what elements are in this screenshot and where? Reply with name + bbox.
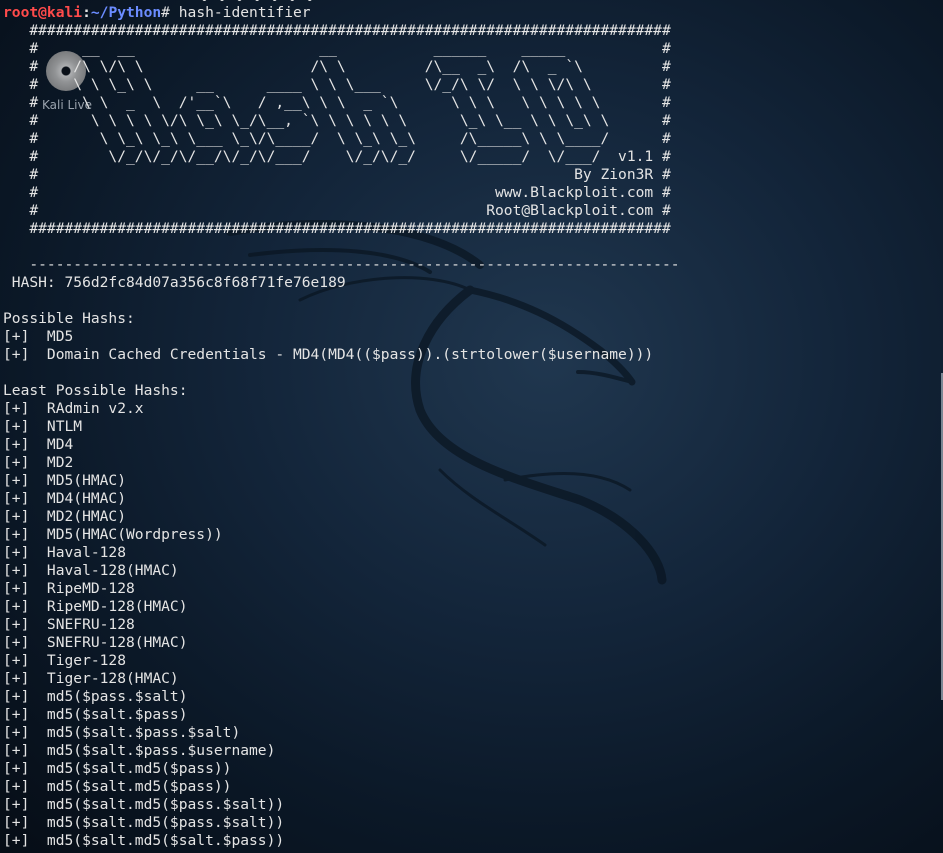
banner-line: # Root@Blackploit.com # <box>3 202 671 219</box>
possible-hashes-heading: Possible Hashs: <box>3 310 135 327</box>
least-possible-hash-item: [+] Tiger-128(HMAC) <box>3 670 179 687</box>
terminal-output: root@kali:~/Python# hash-identifier ####… <box>3 4 680 850</box>
least-possible-hash-item: [+] md5($pass.$salt) <box>3 688 188 705</box>
prompt-symbol: # <box>161 4 170 21</box>
prompt-separator: : <box>82 4 91 21</box>
least-possible-hash-item: [+] md5($salt.md5($pass.$salt)) <box>3 796 285 813</box>
least-possible-hash-item: [+] MD2(HMAC) <box>3 508 127 525</box>
prompt-command: hash-identifier <box>169 4 311 21</box>
least-possible-hash-item: [+] MD5(HMAC(Wordpress)) <box>3 526 223 543</box>
least-possible-hash-item: [+] RAdmin v2.x <box>3 400 144 417</box>
least-possible-hash-item: [+] MD4(HMAC) <box>3 490 127 507</box>
least-possible-hash-item: [+] Haval-128(HMAC) <box>3 562 179 579</box>
banner-line: ########################################… <box>3 22 671 39</box>
least-possible-hash-item: [+] MD4 <box>3 436 74 453</box>
least-possible-hash-item: [+] md5($salt.$pass.$salt) <box>3 724 241 741</box>
least-possible-hash-item: [+] SNEFRU-128 <box>3 616 135 633</box>
possible-hash-item: [+] MD5 <box>3 328 74 345</box>
command-prompt-line: root@kali:~/Python# hash-identifier <box>3 4 680 22</box>
least-possible-hash-item: [+] NTLM <box>3 418 83 435</box>
banner-line: ########################################… <box>3 220 671 237</box>
least-possible-hash-item: [+] RipeMD-128(HMAC) <box>3 598 188 615</box>
banner-line: # www.Blackploit.com # <box>3 184 671 201</box>
least-possible-hash-item: [+] Haval-128 <box>3 544 127 561</box>
least-possible-hash-item: [+] Tiger-128 <box>3 652 127 669</box>
possible-hash-item: [+] Domain Cached Credentials - MD4(MD4(… <box>3 346 654 363</box>
banner-line: # \/_/\/_/\/__/\/_/\/___/ \/_/\/_/ \/___… <box>3 148 671 165</box>
banner-line: # \ \ \ \ \/\ \_\ \_/\__, `\ \ \ \ \ \ \… <box>3 112 671 129</box>
banner-line: # __ __ __ ______ _____ # <box>3 40 671 57</box>
banner-line: # By Zion3R # <box>3 166 671 183</box>
banner-line: # \ \ \_\ \ __ ____ \ \ \___ \/_/\ \/ \ … <box>3 76 671 93</box>
least-possible-hash-item: [+] md5($salt.md5($pass.$salt)) <box>3 814 285 831</box>
banner-line: # /\ \/\ \ /\ \ /\__ _\ /\ _ `\ # <box>3 58 671 75</box>
least-possible-hash-item: [+] md5($salt.md5($pass)) <box>3 760 232 777</box>
least-possible-hash-item: [+] md5($salt.md5($pass)) <box>3 778 232 795</box>
prompt-user-host: root@kali <box>3 4 83 21</box>
hash-input-line: HASH: 756d2fc84d07a356c8f68f71fe76e189 <box>3 274 346 291</box>
least-possible-hash-item: [+] SNEFRU-128(HMAC) <box>3 634 188 651</box>
banner-line: # \ \ _ \ /'__`\ / ,__\ \ \ _ `\ \ \ \ \… <box>3 94 671 111</box>
divider-line: ----------------------------------------… <box>3 256 680 273</box>
least-possible-hash-item: [+] MD2 <box>3 454 74 471</box>
prompt-path: ~/Python <box>90 4 162 21</box>
least-possible-hash-item: [+] md5($salt.md5($salt.$pass)) <box>3 832 285 849</box>
terminal-window[interactable]: Kali Live • • • • • • • root@kali:~/Pyth… <box>0 0 943 853</box>
banner-line: # \ \_\ \_\ \___ \_\/\____/ \ \_\ \_\ /\… <box>3 130 671 147</box>
least-possible-hash-item: [+] MD5(HMAC) <box>3 472 127 489</box>
least-possible-hashes-heading: Least Possible Hashs: <box>3 382 188 399</box>
least-possible-hash-item: [+] RipeMD-128 <box>3 580 135 597</box>
least-possible-hash-item: [+] md5($salt.$pass) <box>3 706 188 723</box>
least-possible-hash-item: [+] md5($salt.$pass.$username) <box>3 742 276 759</box>
